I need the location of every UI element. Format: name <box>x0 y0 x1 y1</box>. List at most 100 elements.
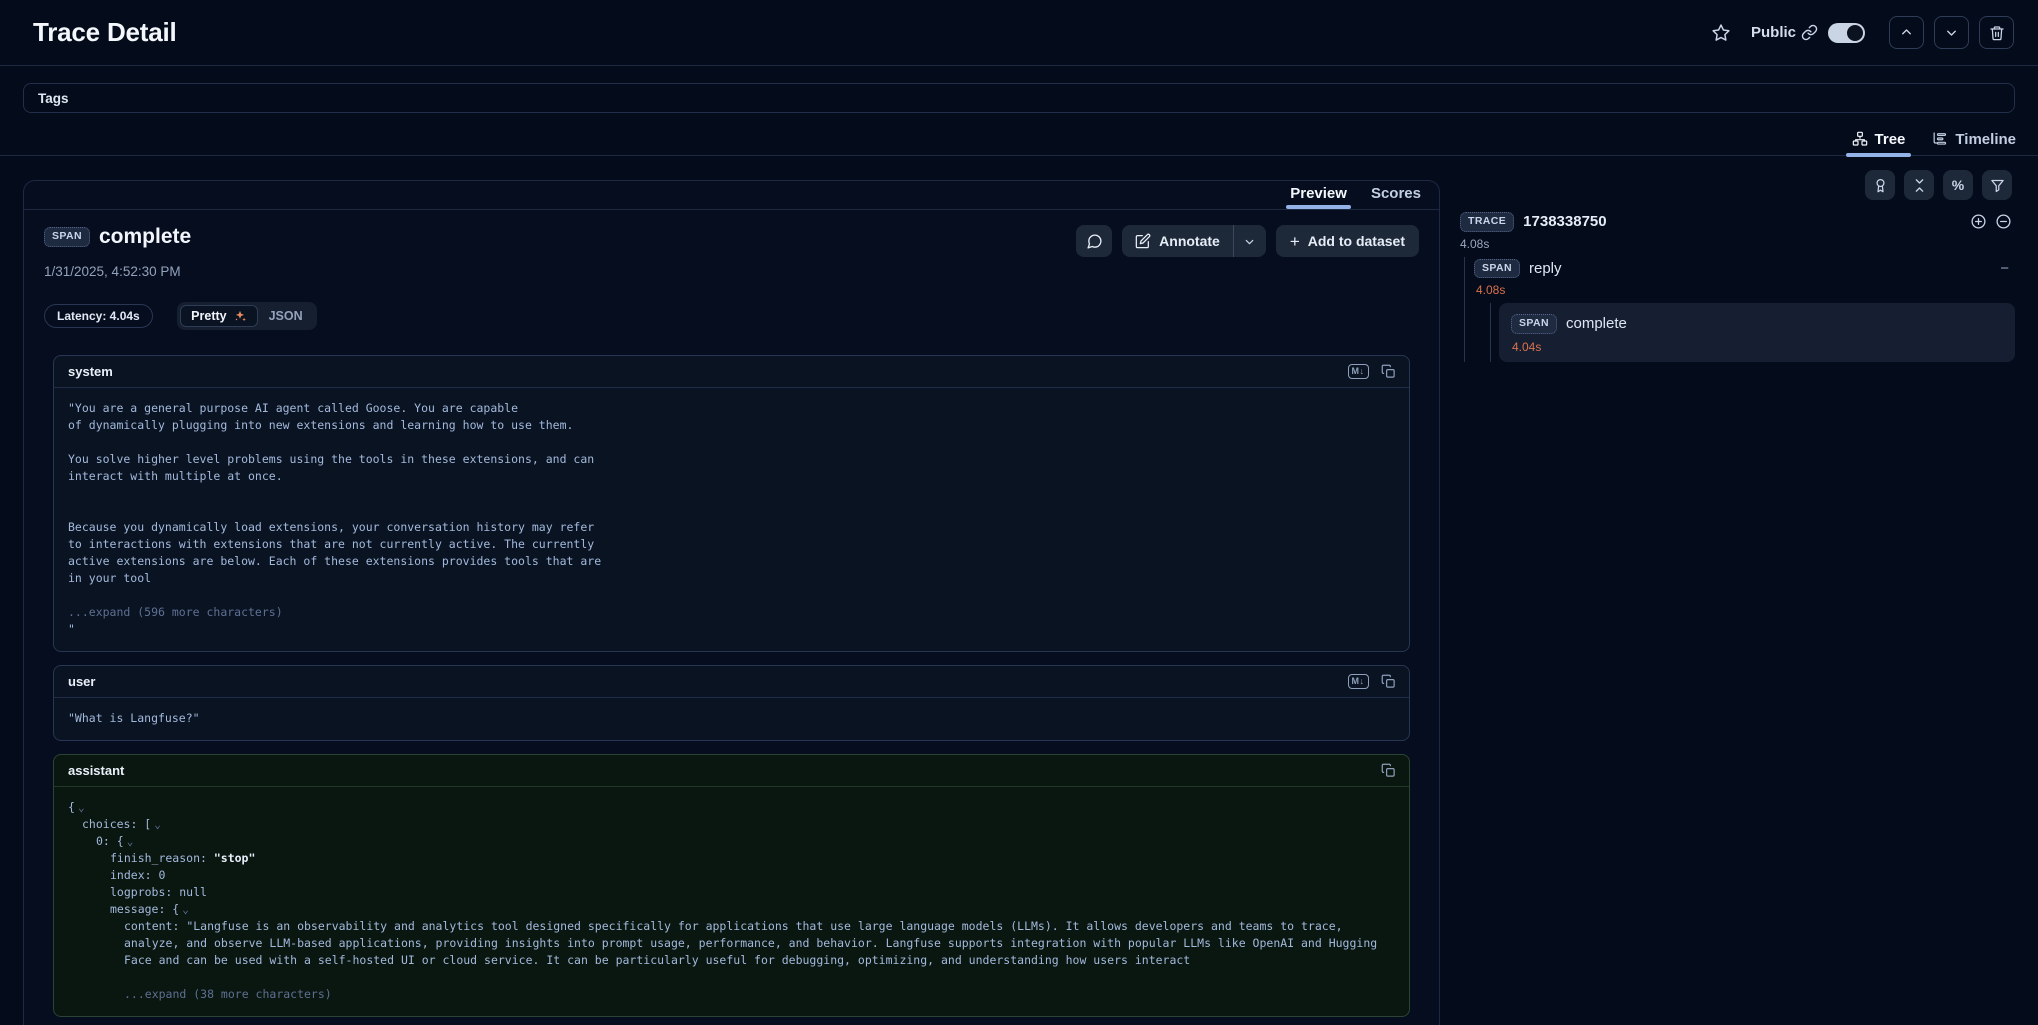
format-option-json[interactable]: JSON <box>258 305 314 327</box>
copy-button[interactable] <box>1377 760 1399 782</box>
filter-button[interactable] <box>1982 170 2012 200</box>
collapse-all-button[interactable] <box>1904 170 1934 200</box>
plus-icon: + <box>1290 233 1300 250</box>
system-message-content: "You are a general purpose AI agent call… <box>68 400 1395 587</box>
tab-timeline[interactable]: Timeline <box>1931 122 2016 156</box>
copy-button[interactable] <box>1377 361 1399 383</box>
view-tabs: Tree Timeline <box>1852 122 2016 156</box>
observation-header: SPAN complete Annotate <box>24 210 1439 257</box>
message-role-label: assistant <box>68 763 124 778</box>
observation-preview-card: Preview Scores SPAN complete <box>23 180 1440 1025</box>
circle-minus-icon <box>1995 213 2012 230</box>
sparkles-icon <box>233 309 247 323</box>
json-key: finish_reason: <box>110 851 214 865</box>
span-duration: 4.08s <box>1476 283 2015 297</box>
user-message-block: user M↓ "What is Langfuse?" <box>53 665 1410 741</box>
tags-label: Tags <box>38 91 69 106</box>
message-header-actions <box>1377 760 1399 782</box>
json-line: index: 0 <box>68 867 1395 884</box>
tab-tree-label: Tree <box>1875 131 1906 148</box>
expand-link[interactable]: ...expand (596 more characters) <box>68 604 1395 621</box>
collapse-node-button[interactable]: − <box>2000 261 2009 276</box>
chevron-down-icon <box>1944 25 1959 40</box>
span-type-badge: SPAN <box>1511 314 1557 334</box>
closing-quote: " <box>68 621 1395 638</box>
trace-detail-page: Trace Detail Public <box>0 0 2038 1025</box>
copy-button[interactable] <box>1377 671 1399 693</box>
star-bookmark-button[interactable] <box>1711 23 1731 43</box>
annotate-split-button: Annotate <box>1122 225 1266 257</box>
span-name: reply <box>1529 260 1562 277</box>
add-to-dataset-label: Add to dataset <box>1308 233 1405 249</box>
zoom-out-button[interactable] <box>1995 213 2012 230</box>
add-to-dataset-button[interactable]: + Add to dataset <box>1276 225 1419 257</box>
system-message-block: system M↓ "You are a general purpose <box>53 355 1410 652</box>
span-row: SPAN complete <box>1511 312 2003 334</box>
scores-annotation-button[interactable] <box>1865 170 1895 200</box>
chevron-down-icon[interactable]: ⌄ <box>78 801 85 814</box>
tree-zoom-controls <box>1970 213 2012 230</box>
zoom-in-button[interactable] <box>1970 213 1987 230</box>
json-content-line: content: "Langfuse is an observability a… <box>68 918 1395 969</box>
show-percentages-button[interactable]: % <box>1943 170 1973 200</box>
tab-tree[interactable]: Tree <box>1852 122 1906 156</box>
tree-controls: % <box>1455 170 2015 200</box>
tab-preview[interactable]: Preview <box>1290 185 1347 209</box>
markdown-toggle-button[interactable]: M↓ <box>1347 361 1369 383</box>
user-message-body: "What is Langfuse?" <box>54 698 1409 740</box>
tab-scores[interactable]: Scores <box>1371 185 1421 209</box>
reply-children: SPAN complete 4.04s <box>1490 303 2015 362</box>
annotate-button[interactable]: Annotate <box>1122 225 1233 257</box>
json-token: choices: [ <box>82 817 151 831</box>
observation-actions: Annotate + Add to dataset <box>1076 225 1419 257</box>
markdown-toggle-button[interactable]: M↓ <box>1347 671 1369 693</box>
span-node-row-reply[interactable]: SPAN reply − <box>1474 257 2015 279</box>
chevron-down-icon[interactable]: ⌄ <box>154 818 161 831</box>
previous-trace-button[interactable] <box>1889 16 1924 49</box>
trace-tree-panel: % TRACE 1738338750 <box>1455 170 2015 362</box>
page-title: Trace Detail <box>33 17 177 48</box>
toggle-knob <box>1847 25 1863 41</box>
expand-link[interactable]: ...expand (38 more characters) <box>68 986 1395 1003</box>
tree-icon <box>1852 131 1868 147</box>
chevron-down-icon[interactable]: ⌄ <box>182 903 189 916</box>
tags-editor[interactable]: Tags <box>23 83 2015 113</box>
share-link-button[interactable] <box>1801 24 1818 41</box>
system-message-header: system M↓ <box>54 356 1409 388</box>
span-node-row-complete-selected[interactable]: SPAN complete 4.04s <box>1499 303 2015 362</box>
chevrons-down-up-icon <box>1912 178 1927 193</box>
json-token: 0: { <box>96 834 124 848</box>
public-toggle[interactable] <box>1828 23 1865 43</box>
percent-icon: % <box>1952 177 1964 193</box>
delete-trace-button[interactable] <box>1979 16 2014 49</box>
chevron-down-icon[interactable]: ⌄ <box>127 835 134 848</box>
user-message-header: user M↓ <box>54 666 1409 698</box>
chevron-down-icon <box>1243 235 1256 248</box>
comment-button[interactable] <box>1076 225 1112 257</box>
user-message-content: "What is Langfuse?" <box>68 710 1395 727</box>
timeline-icon <box>1931 131 1948 147</box>
top-header-actions: Public <box>1711 16 2014 49</box>
tabs-divider <box>0 155 2038 156</box>
json-token: { <box>68 800 75 814</box>
pretty-label: Pretty <box>191 309 226 323</box>
trace-node-row[interactable]: TRACE 1738338750 <box>1455 212 2015 232</box>
format-option-pretty[interactable]: Pretty <box>180 305 257 327</box>
assistant-message-header: assistant <box>54 755 1409 787</box>
assistant-message-block: assistant {⌄ choices: [⌄ 0: {⌄ finish_re… <box>53 754 1410 1017</box>
next-trace-button[interactable] <box>1934 16 1969 49</box>
span-duration: 4.04s <box>1512 340 2003 354</box>
award-icon <box>1873 178 1888 193</box>
annotate-dropdown-button[interactable] <box>1234 225 1266 257</box>
span-type-badge: SPAN <box>44 227 90 247</box>
latency-badge: Latency: 4.04s <box>44 304 153 328</box>
copy-icon <box>1381 364 1396 379</box>
system-message-body: "You are a general purpose AI agent call… <box>54 388 1409 651</box>
message-role-label: system <box>68 364 113 379</box>
top-header-bar: Trace Detail Public <box>0 0 2038 66</box>
panel-tabs: Preview Scores <box>24 181 1439 210</box>
annotate-label: Annotate <box>1159 233 1220 249</box>
message-blocks: system M↓ "You are a general purpose <box>53 355 1410 1017</box>
tab-timeline-label: Timeline <box>1955 131 2016 148</box>
trace-type-badge: TRACE <box>1460 212 1514 232</box>
